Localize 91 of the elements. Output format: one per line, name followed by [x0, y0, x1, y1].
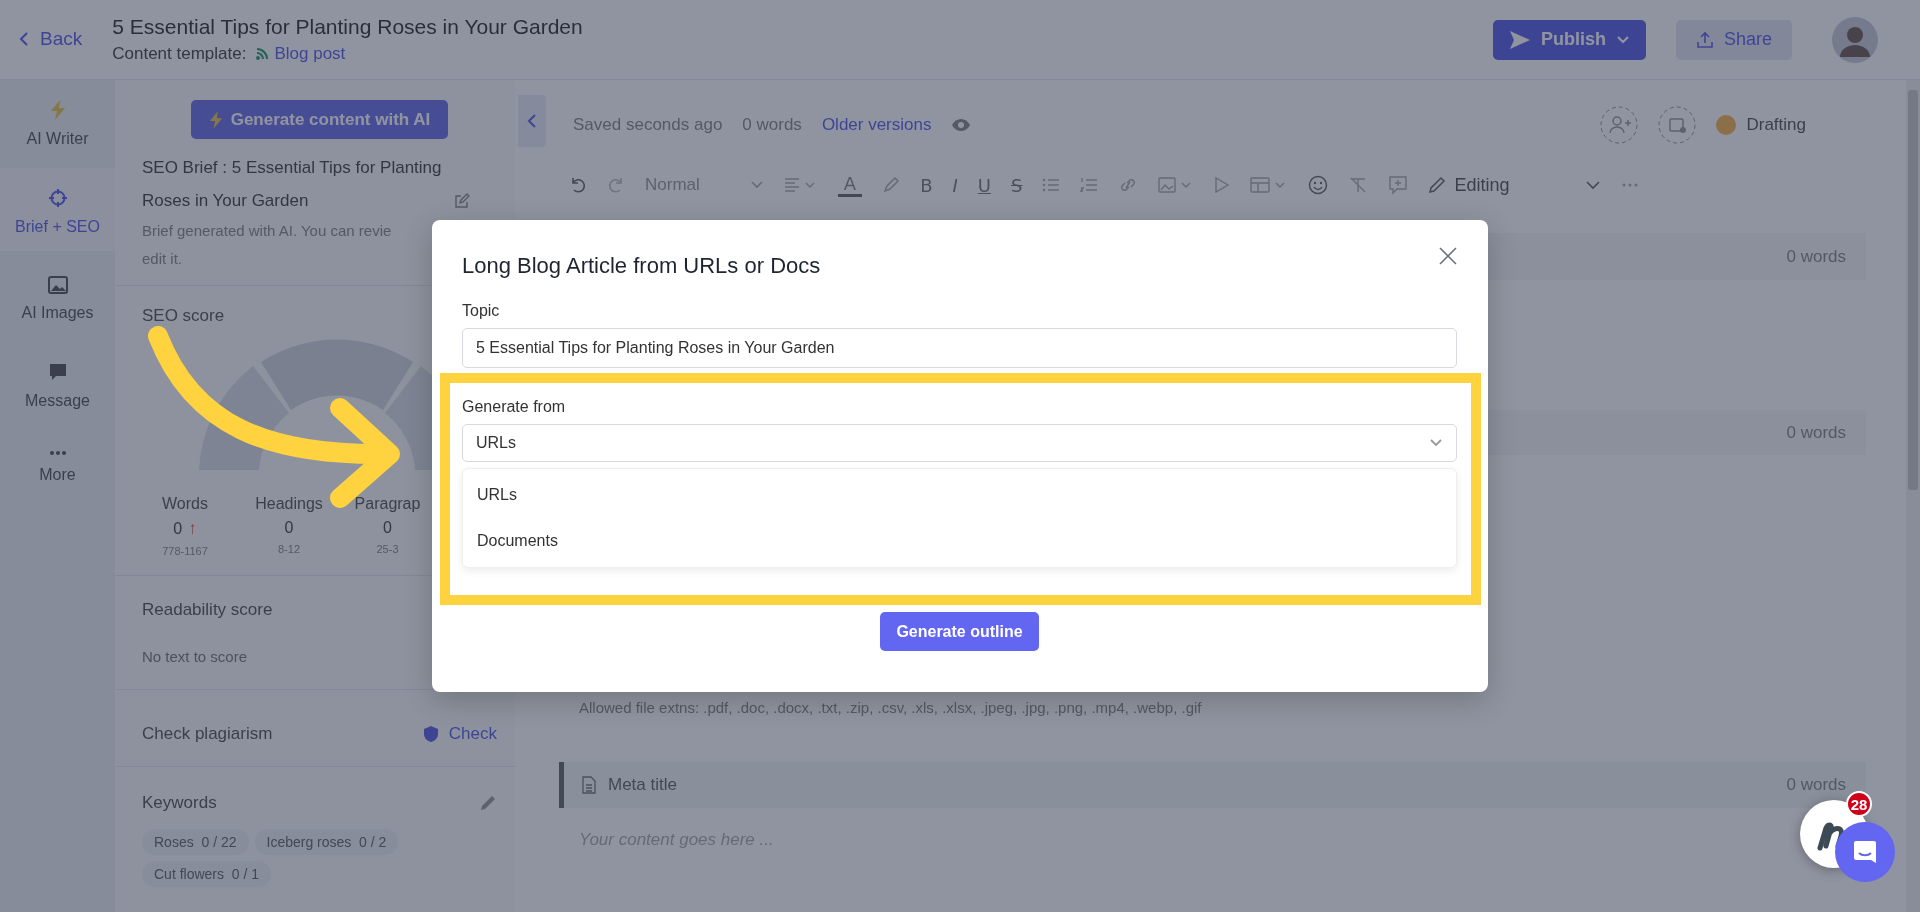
stat-label: Headings [255, 495, 323, 513]
generate-content-button[interactable]: Generate content with AI [190, 100, 449, 139]
document-title: 5 Essential Tips for Planting Roses in Your Garden [112, 15, 583, 39]
section-title: Keywords [142, 793, 217, 813]
pencil-icon [1428, 176, 1447, 194]
brief-title: SEO Brief : 5 Essential Tips for Planting Roses in Your Garden [142, 157, 443, 212]
save-status: Saved seconds ago [573, 115, 723, 135]
dropdown-option[interactable]: Documents [463, 518, 1456, 564]
dialog-title: Long Blog Article from URLs or Docs [462, 253, 821, 279]
field-label: Generate from [462, 398, 567, 416]
section-word-count: 0 words [1786, 246, 1846, 267]
editing-mode-dropdown[interactable]: Editing [1428, 174, 1602, 196]
dropdown-option[interactable]: URLs [463, 472, 1456, 518]
section-title: SEO score [142, 306, 225, 326]
chevron-left-icon [527, 113, 537, 129]
stat-value: 0 [284, 519, 294, 537]
field-label: Topic [462, 302, 501, 320]
undo-icon[interactable] [569, 176, 587, 194]
section-title: Check plagiarism [142, 724, 273, 744]
chevron-down-icon [1615, 34, 1630, 45]
avatar-icon[interactable] [1832, 16, 1878, 63]
section-word-count: 0 words [1786, 422, 1846, 443]
sidebar-tab[interactable]: AI Writer [0, 80, 115, 163]
chat-icon [1852, 839, 1878, 865]
redo-icon[interactable] [607, 176, 625, 194]
format-button[interactable]: U [977, 174, 991, 196]
topic-input-field[interactable]: 5 Essential Tips for Planting Roses in Your Garden [462, 328, 1457, 368]
trend-arrow: ↑ [188, 519, 197, 539]
sidebar-tab[interactable]: Message [0, 342, 115, 425]
chevron-down-icon [749, 180, 764, 190]
crosshair-icon [47, 188, 68, 208]
chevron-down-icon [1585, 180, 1602, 190]
play-icon[interactable] [1214, 176, 1231, 194]
send-icon [1508, 29, 1531, 50]
numbered-list-icon[interactable] [1080, 177, 1099, 193]
document-icon [582, 776, 596, 794]
status-label: Drafting [1746, 115, 1806, 135]
keyword-chip: Cut flowers 0 / 1 [142, 861, 272, 887]
chevron-left-icon [18, 30, 30, 47]
older-versions-link[interactable]: Older versions [821, 115, 932, 135]
bulleted-list-icon[interactable] [1042, 177, 1061, 193]
sidebar-tab[interactable]: AI Images [0, 256, 115, 337]
add-user-icon[interactable] [1600, 106, 1639, 144]
shield-icon [422, 725, 439, 743]
emoji-icon[interactable] [1308, 175, 1329, 195]
section-title: Readability score [142, 600, 273, 620]
chevron-down-icon [1429, 438, 1443, 448]
stat-value: 0 [383, 519, 392, 537]
text-color-button[interactable]: A [837, 173, 863, 197]
status-dot [1716, 115, 1737, 135]
format-button[interactable]: S [1011, 174, 1023, 196]
lightning-icon [49, 100, 66, 120]
more-icon[interactable] [1621, 182, 1640, 188]
template-link[interactable]: Blog post [274, 44, 346, 64]
generate-outline-button[interactable]: Generate outline [880, 612, 1039, 651]
rss-icon [254, 46, 271, 62]
image-icon [47, 276, 68, 294]
eye-icon[interactable] [951, 118, 972, 132]
format-button[interactable]: I [952, 174, 958, 196]
back-link[interactable]: Back [18, 27, 83, 50]
pencil-icon[interactable] [479, 794, 497, 812]
edit-icon[interactable] [454, 193, 470, 209]
brief-note: Brief generated with AI. You can revie [142, 221, 392, 241]
calendar-icon[interactable] [1658, 106, 1697, 144]
format-button[interactable]: B [920, 174, 933, 196]
stat-label: Paragrap [354, 495, 421, 513]
stat-label: Words [162, 495, 208, 513]
more-icon [48, 450, 67, 456]
word-count: 0 words [742, 115, 802, 135]
highlighter-icon[interactable] [882, 176, 901, 194]
share-button[interactable]: Share [1675, 19, 1792, 60]
chat-icon [47, 362, 68, 382]
template-label: Content template: [112, 44, 247, 64]
readability-text: No text to score [142, 648, 248, 665]
upload-icon [1695, 30, 1714, 49]
brief-note: edit it. [142, 249, 183, 269]
comment-icon[interactable] [1388, 175, 1409, 195]
stat-range: 25-3 [376, 543, 399, 555]
section-title: Meta title [608, 775, 677, 795]
lightning-icon [208, 110, 223, 129]
stat-range: 778-1167 [162, 545, 208, 557]
sidebar-tab[interactable]: More [0, 430, 115, 499]
keyword-chip: Iceberg roses 0 / 2 [254, 829, 399, 855]
source-dropdown[interactable]: URLs [462, 424, 1457, 462]
allowed-files-note: Allowed file extns: .pdf, .doc, .docx, .txt, .zip, .csv, .xls, .xlsx, .jpeg, .jpg, .png, .mp4, .webp, .gif [579, 699, 1202, 716]
publish-button[interactable]: Publish [1492, 19, 1646, 60]
check-link[interactable]: Check [422, 724, 497, 744]
collapse-panel-button[interactable] [518, 95, 546, 147]
stat-value: 0 [173, 520, 183, 538]
keyword-chip: Roses 0 / 22 [142, 829, 249, 855]
sidebar-tab[interactable]: Brief + SEO [0, 168, 115, 251]
